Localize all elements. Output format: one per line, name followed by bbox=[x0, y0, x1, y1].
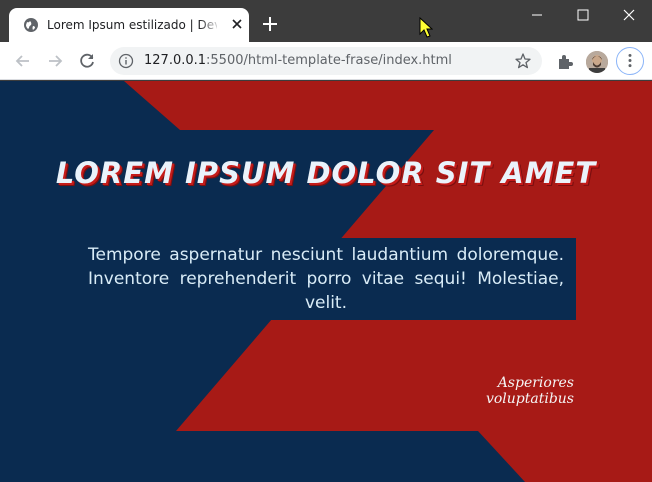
globe-icon bbox=[24, 18, 38, 32]
bookmark-star-icon[interactable] bbox=[514, 52, 532, 70]
mouse-cursor-icon bbox=[419, 17, 433, 38]
browser-tab[interactable]: Lorem Ipsum estilizado | Dev Web bbox=[9, 8, 249, 42]
url-host: 127.0.0.1 bbox=[144, 53, 207, 68]
address-bar[interactable]: 127.0.0.1:5500/html-template-frase/index… bbox=[110, 47, 542, 75]
browser-toolbar: 127.0.0.1:5500/html-template-frase/index… bbox=[0, 42, 652, 80]
new-tab-button[interactable] bbox=[258, 12, 282, 36]
page-signature: Asperiores voluptatibus bbox=[485, 375, 574, 407]
back-arrow-icon[interactable] bbox=[10, 48, 36, 74]
extensions-puzzle-icon[interactable] bbox=[555, 52, 575, 72]
maximize-icon[interactable] bbox=[560, 0, 606, 30]
url-text[interactable]: 127.0.0.1:5500/html-template-frase/index… bbox=[144, 53, 452, 69]
tab-close-icon[interactable] bbox=[229, 16, 245, 32]
page-heading: LOREM IPSUM DOLOR SIT AMET bbox=[55, 156, 597, 190]
forward-arrow-icon[interactable] bbox=[42, 48, 68, 74]
tab-title: Lorem Ipsum estilizado | Dev Web bbox=[47, 18, 217, 32]
reload-icon[interactable] bbox=[74, 48, 100, 74]
close-icon[interactable] bbox=[606, 0, 652, 30]
more-menu-icon[interactable] bbox=[616, 47, 644, 75]
info-icon[interactable] bbox=[118, 53, 134, 69]
page-paragraph: Tempore aspernatur nesciunt laudantium d… bbox=[88, 245, 564, 313]
profile-avatar[interactable] bbox=[586, 51, 608, 73]
page-viewport: LOREM IPSUM DOLOR SIT AMET Tempore asper… bbox=[0, 81, 652, 482]
url-path: :5500/html-template-frase/index.html bbox=[206, 53, 452, 68]
minimize-icon[interactable] bbox=[514, 0, 560, 30]
title-bar: Lorem Ipsum estilizado | Dev Web bbox=[0, 0, 652, 42]
